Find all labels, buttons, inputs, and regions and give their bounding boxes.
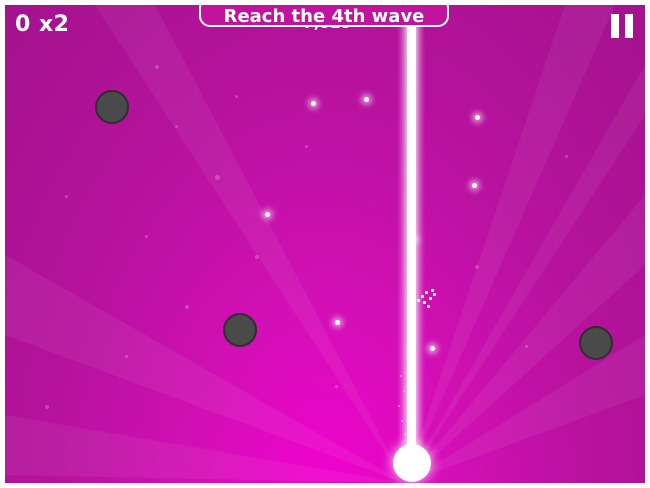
energy-pickup [265,212,270,217]
energy-pickup [335,320,340,325]
player-orb[interactable] [393,444,431,482]
background-rays [5,5,645,483]
pause-button[interactable] [611,14,633,38]
energy-pickup [430,346,435,351]
energy-pickup [364,97,369,102]
energy-pickup [311,101,316,106]
enemy-orb [223,313,257,347]
energy-pickup [472,183,477,188]
enemy-orb [579,326,613,360]
laser-beam [407,5,416,455]
enemy-orb [95,90,129,124]
energy-pickup [475,115,480,120]
game-canvas[interactable]: 0 x2 7,010 Reach the 4th wave [5,5,645,483]
energy-pickup [413,238,416,241]
objective-banner: Reach the 4th wave [199,5,449,27]
score-multiplier: 0 x2 [15,12,70,37]
objective-text: Reach the 4th wave [223,6,425,27]
